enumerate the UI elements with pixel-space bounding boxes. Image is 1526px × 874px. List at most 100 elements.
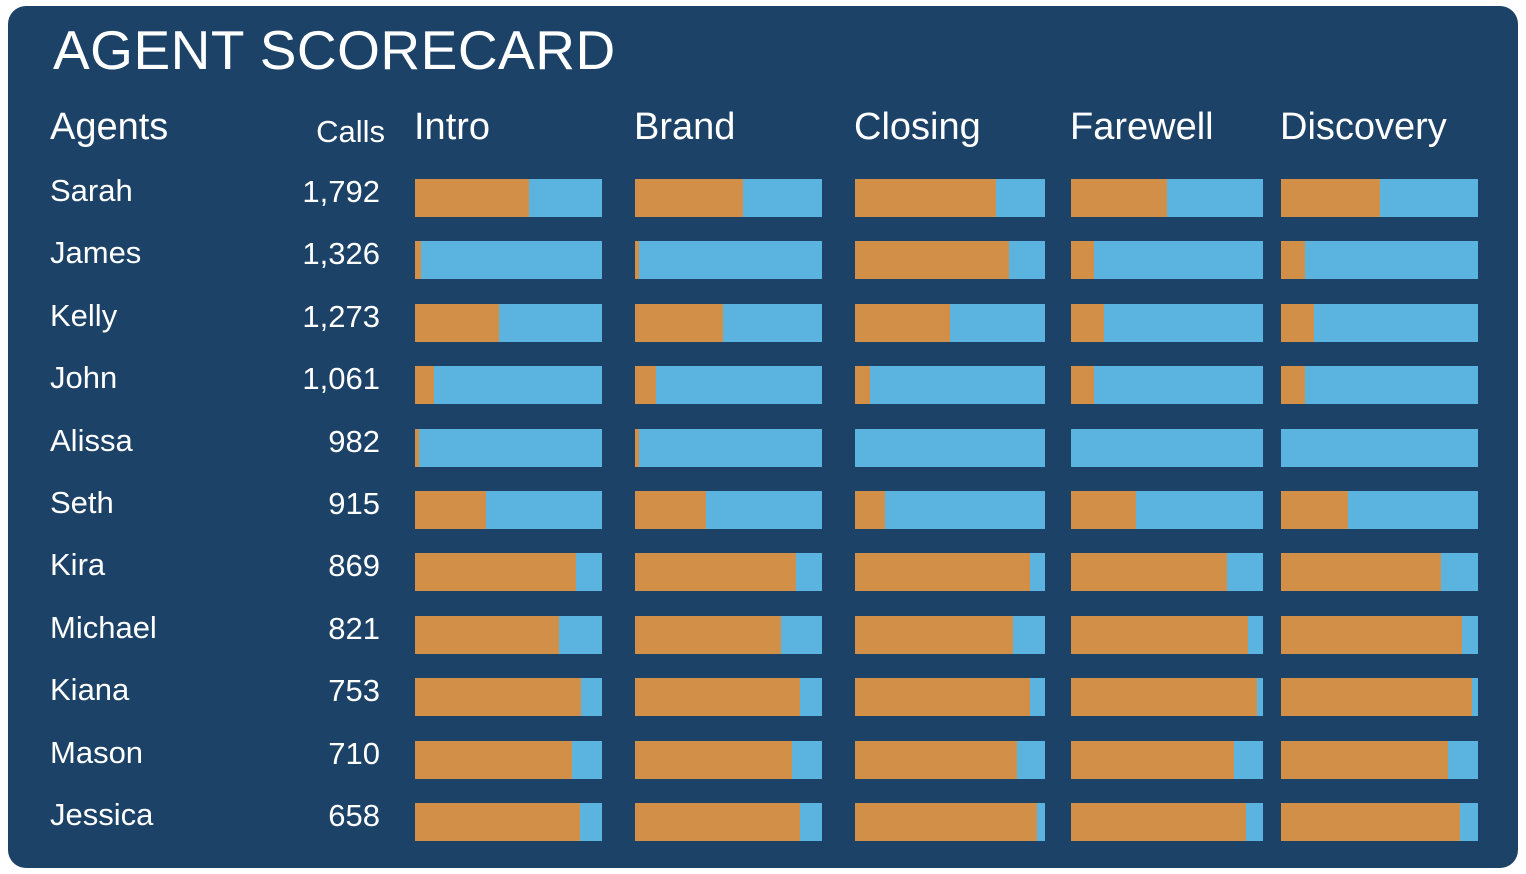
calls-value: 915 (328, 485, 380, 521)
score-bar-farewell (1071, 490, 1263, 529)
score-bar-closing (855, 366, 1045, 405)
score-bar-farewell (1071, 802, 1263, 841)
table-row: Alissa 982 (8, 416, 1518, 478)
score-bar-fill (415, 366, 434, 405)
score-bar-fill (415, 553, 576, 592)
score-bar-discovery (1281, 490, 1478, 529)
score-bar-fill (1281, 678, 1473, 717)
agent-name: Mason (50, 734, 144, 770)
score-bar-fill (1281, 802, 1461, 841)
table-header-row: Agents Calls Intro Brand Closing Farewell Di… (8, 106, 1518, 158)
score-bar-intro (415, 553, 602, 592)
agent-name: Alissa (50, 422, 133, 458)
score-bar-intro (415, 490, 602, 529)
score-bar-fill (1071, 179, 1167, 217)
table-row: Mason 710 (8, 728, 1518, 790)
table-row: James 1,326 (8, 228, 1518, 290)
column-header-calls: Calls (316, 114, 385, 149)
score-bar-fill (1071, 802, 1246, 841)
score-bar-farewell (1071, 678, 1263, 717)
score-bar-brand (635, 303, 822, 342)
score-bar-fill (855, 802, 1038, 841)
score-bar-farewell (1071, 553, 1263, 592)
calls-value: 710 (328, 735, 380, 771)
score-bar-fill (855, 179, 996, 217)
score-bar-fill (635, 615, 781, 654)
score-bar-discovery (1281, 428, 1478, 467)
score-bar-fill (1071, 241, 1095, 280)
score-bar-brand (635, 615, 822, 654)
score-bar-fill (855, 678, 1030, 717)
score-bar-fill (1281, 241, 1305, 280)
score-bar-fill (1281, 490, 1348, 529)
score-bar-closing (855, 241, 1045, 280)
score-bar-fill (855, 303, 950, 342)
calls-value: 753 (328, 673, 380, 709)
score-bar-closing (855, 615, 1045, 654)
score-bar-intro (415, 428, 602, 467)
score-bar-intro (415, 740, 602, 779)
score-bar-closing (855, 740, 1045, 779)
score-bar-closing (855, 303, 1045, 342)
score-bar-fill (415, 490, 487, 529)
score-bar-discovery (1281, 740, 1478, 779)
score-bar-fill (1071, 740, 1235, 779)
score-bar-fill (1071, 490, 1137, 529)
score-bar-fill (855, 615, 1013, 654)
score-bar-fill (415, 428, 419, 467)
score-bar-closing (855, 802, 1045, 841)
score-bar-fill (1281, 615, 1463, 654)
score-bar-fill (635, 802, 800, 841)
table-row: Seth 915 (8, 478, 1518, 540)
table-body: Sarah 1,792 James 1,326 Kelly 1,273 John 1,061 A… (8, 166, 1518, 852)
calls-value: 1,326 (302, 236, 380, 272)
score-bar-discovery (1281, 802, 1478, 841)
score-bar-discovery (1281, 303, 1478, 342)
score-bar-closing (855, 553, 1045, 592)
score-bar-brand (635, 366, 822, 405)
score-bar-farewell (1071, 428, 1263, 467)
score-bar-fill (635, 678, 800, 717)
score-bar-brand (635, 179, 822, 217)
column-header-brand: Brand (634, 106, 736, 148)
score-bar-fill (1071, 615, 1248, 654)
score-bar-fill (635, 241, 639, 280)
column-header-farewell: Farewell (1070, 106, 1214, 148)
score-bar-fill (635, 366, 656, 405)
agent-name: Seth (50, 484, 114, 520)
agent-name: Michael (50, 609, 157, 645)
score-bar-fill (415, 740, 573, 779)
column-header-discovery: Discovery (1280, 106, 1447, 148)
table-row: Kelly 1,273 (8, 291, 1518, 353)
score-bar-discovery (1281, 678, 1478, 717)
score-bar-fill (415, 678, 582, 717)
score-bar-fill (1281, 179, 1380, 217)
agent-name: James (50, 235, 142, 271)
score-bar-intro (415, 366, 602, 405)
score-bar-closing (855, 428, 1045, 467)
score-bar-farewell (1071, 179, 1263, 217)
score-bar-fill (635, 553, 796, 592)
score-bar-fill (1071, 366, 1095, 405)
score-bar-farewell (1071, 615, 1263, 654)
score-bar-discovery (1281, 179, 1478, 217)
score-bar-fill (415, 802, 580, 841)
score-bar-fill (415, 241, 421, 280)
score-bar-fill (855, 490, 886, 529)
score-bar-brand (635, 241, 822, 280)
table-row: John 1,061 (8, 353, 1518, 415)
score-bar-intro (415, 179, 602, 217)
agent-name: Sarah (50, 173, 133, 208)
score-bar-brand (635, 428, 822, 467)
score-bar-discovery (1281, 615, 1478, 654)
score-bar-fill (1071, 303, 1104, 342)
calls-value: 869 (328, 548, 380, 584)
table-row: Kira 869 (8, 540, 1518, 602)
scorecard-card: AGENT SCORECARD Agents Calls Intro Brand C… (8, 6, 1518, 868)
score-bar-fill (635, 179, 744, 217)
score-bar-closing (855, 179, 1045, 217)
score-bar-discovery (1281, 553, 1478, 592)
score-bar-fill (855, 241, 1009, 280)
score-bar-fill (415, 615, 559, 654)
score-bar-intro (415, 303, 602, 342)
